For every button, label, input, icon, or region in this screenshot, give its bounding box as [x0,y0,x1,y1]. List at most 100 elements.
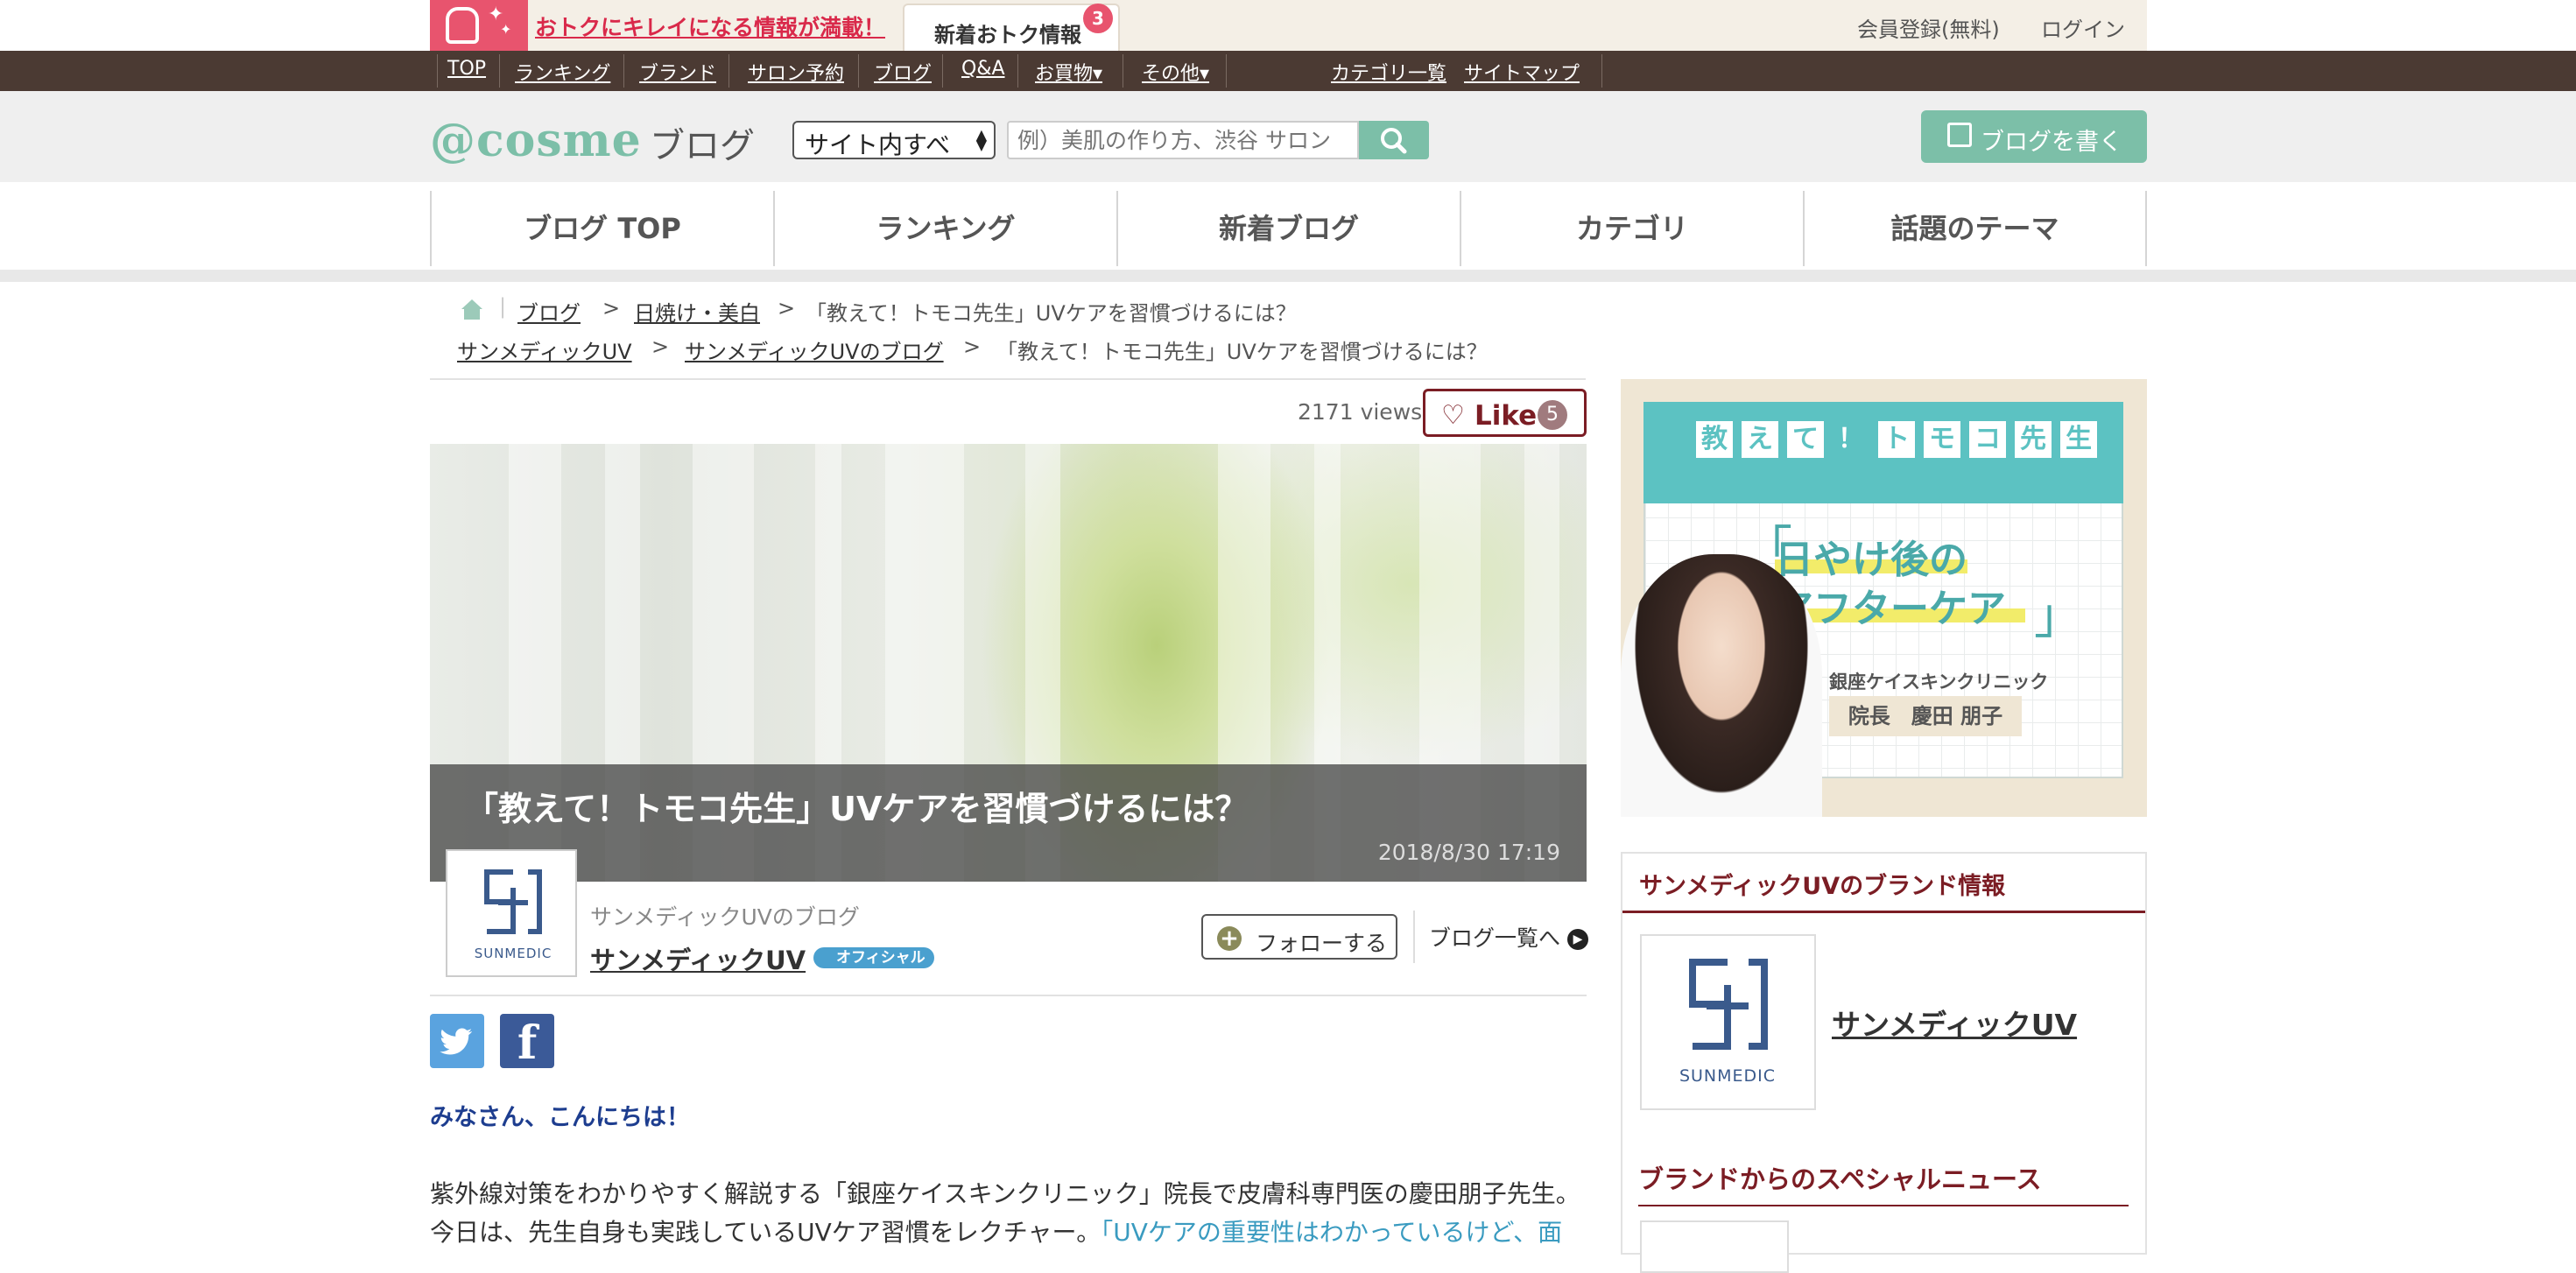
breadcrumb-blog[interactable]: ブログ [517,301,581,326]
cosme-logo[interactable]: @cosme [430,114,642,167]
register-link[interactable]: 会員登録(無料) [1857,12,2000,43]
banner-headline: 日やけ後の [1775,538,1967,582]
author-blog-name: サンメディックUVのブログ [590,904,860,930]
breadcrumb-brand-blog[interactable]: サンメディックUVのブログ [685,340,944,364]
sidebar-banner[interactable]: 教 え て ！ ト モ コ 先 生 「 日やけ後の アフターケア 」 銀座ケイス… [1621,379,2147,817]
breadcrumb-item: サンメディックUV [457,334,632,365]
nav-shopping[interactable]: お買物▾ [1035,58,1102,86]
banner-char: 生 [2059,419,2099,460]
banner-clinic: 銀座ケイスキンクリニック [1829,672,2049,693]
follow-button[interactable]: + フォローする [1201,914,1397,960]
banner-char: て [1785,419,1826,460]
pencil-icon [1947,123,1972,147]
svg-text:SUNMEDIC: SUNMEDIC [475,946,553,961]
article-body-line: 今日は、先生自身も実践しているUVケア習慣をレクチャー。「UVケアの重要性はわか… [430,1213,1562,1248]
article-title: 「教えて！トモコ先生」UVケアを習慣づけるには？ [465,790,1249,828]
banner-char: モ [1922,419,1962,460]
plus-icon: + [1217,926,1242,951]
breadcrumb-sunburn[interactable]: 日焼け・美白 [634,301,760,326]
tab-topics[interactable]: 話題のテーマ [1803,191,2147,266]
blog-list-label: ブログ一覧へ [1429,925,1561,951]
like-count: 5 [1538,400,1567,430]
nav-category-list[interactable]: カテゴリ一覧 [1331,58,1446,86]
breadcrumb-sep: > [602,296,621,320]
nav-salon[interactable]: サロン予約 [748,58,844,86]
nav-sitemap[interactable]: サイトマップ [1464,58,1580,86]
banner-char: 教 [1694,419,1735,460]
new-deals-label: 新着おトク情報 [934,23,1081,47]
sunmedic-logo-icon: SUNMEDIC [475,869,553,961]
tab-blog-top[interactable]: ブログ TOP [430,191,773,266]
breadcrumb-current: 「教えて！トモコ先生」UVケアを習慣づけるには？ [806,301,1297,326]
author-name-link[interactable]: サンメディックUV [590,940,806,977]
article-body-line: 紫外線対策をわかりやすく解説する「銀座ケイスキンクリニック」院長で皮膚科専門医の… [430,1179,1580,1208]
twitter-share-button[interactable] [430,1014,484,1068]
nav-ranking[interactable]: ランキング [515,58,610,86]
banner-char: コ [1967,419,2008,460]
brand-name-link[interactable]: サンメディックUV [1832,1002,2077,1044]
logo-subtitle: ブログ [650,126,755,166]
divider [1622,911,2145,913]
banner-char: ト [1876,419,1917,460]
new-deals-tab[interactable]: 新着おトク情報 3 [903,4,1120,51]
divider [430,378,1586,380]
author-avatar[interactable]: SUNMEDIC [446,849,577,977]
like-button[interactable]: ♡ Like 5 [1423,389,1587,437]
search-scope-value: サイト内すべ [805,130,951,159]
breadcrumb-row1: ブログ [517,296,581,327]
nav-brand[interactable]: ブランド [639,58,716,86]
like-label: Like [1475,400,1538,432]
article-greeting: みなさん、こんにちは！ [430,1104,690,1131]
search-button[interactable] [1359,121,1429,159]
heart-icon: ♡ [1441,400,1465,431]
breadcrumb-current: 「教えて！トモコ先生」UVケアを習慣づけるには？ [996,340,1488,364]
breadcrumb-brand[interactable]: サンメディックUV [457,340,632,364]
breadcrumb-divider: | [499,294,507,319]
breadcrumb-item: サンメディックUVのブログ [685,334,944,365]
news-thumbnail[interactable] [1640,1220,1789,1273]
write-blog-button[interactable]: ブログを書く [1921,110,2147,163]
shopping-bag-icon[interactable]: ✦ ✦ [430,0,528,51]
breadcrumb-sep: > [651,334,670,359]
nav-qa[interactable]: Q&A [961,58,1005,80]
search-input[interactable] [1007,121,1359,159]
special-news-heading: ブランドからのスペシャルニュース [1638,1164,2042,1194]
write-blog-label: ブログを書く [1981,129,2122,156]
facebook-icon: f [517,1016,538,1070]
official-badge: オフィシャル [813,947,934,968]
brand-logo[interactable]: SUNMEDIC [1640,934,1816,1110]
blog-list-link[interactable]: ブログ一覧へ ▶ [1429,921,1589,953]
nav-blog[interactable]: ブログ [874,58,932,86]
tab-category[interactable]: カテゴリ [1460,191,1803,266]
breadcrumb-item: 日焼け・美白 [634,296,760,327]
top-promo-bar: ✦ ✦ おトクにキレイになる情報が満載！ 新着おトク情報 3 会員登録(無料) … [0,0,2576,51]
banner-char: 先 [2013,419,2053,460]
view-count: 2171 views [1298,399,1423,425]
quote-close-icon: 」 [2034,588,2083,645]
promo-link[interactable]: おトクにキレイになる情報が満載！ [535,11,885,42]
facebook-share-button[interactable]: f [500,1014,554,1070]
follow-label: フォローする [1256,931,1388,956]
login-link[interactable]: ログイン [2041,12,2125,43]
search-icon [1381,128,1407,154]
svg-text:SUNMEDIC: SUNMEDIC [1679,1066,1776,1086]
select-arrow-icon: ▲ ▼ [975,126,987,153]
nav-top[interactable]: TOP [447,58,486,80]
blog-tabs: ブログ TOP ランキング 新着ブログ カテゴリ 話題のテーマ [430,191,2147,266]
arrow-right-icon: ▶ [1567,929,1589,950]
banner-doctor: 院長 慶田 朋子 [1829,696,2022,736]
doctor-photo [1621,554,1822,817]
divider [1638,1205,2129,1206]
brand-info-heading: サンメディックUVのブランド情報 [1639,873,2006,900]
tab-ranking[interactable]: ランキング [773,191,1116,266]
breadcrumb-sep: > [963,334,982,359]
search-scope-select[interactable]: サイト内すべ ▲ ▼ [792,121,996,159]
tab-new-blogs[interactable]: 新着ブログ [1116,191,1460,266]
article-date: 2018/8/30 17:19 [1377,840,1560,865]
divider [430,995,1587,996]
home-icon[interactable] [459,296,485,322]
sunmedic-logo-icon: SUNMEDIC [1679,959,1776,1086]
nav-other[interactable]: その他▾ [1142,58,1209,86]
twitter-icon [440,1028,472,1055]
divider [1413,911,1415,963]
